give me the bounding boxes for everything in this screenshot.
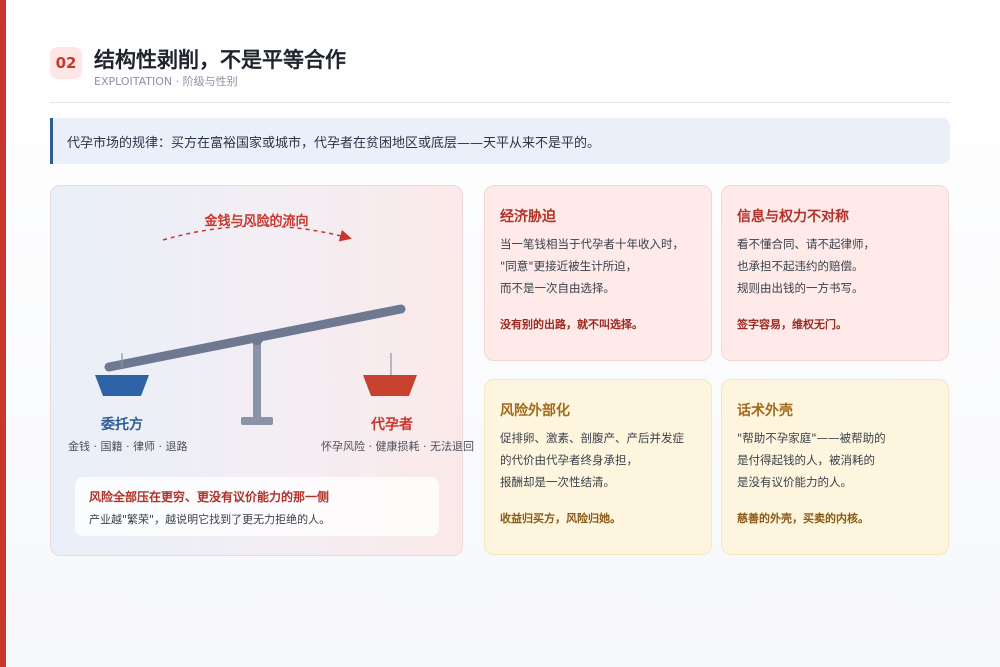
card-line: 促排卵、激素、剖腹产、产后并发症: [500, 431, 684, 445]
section-number-badge: 02: [50, 47, 82, 79]
client-pan: [95, 375, 149, 396]
card-line: 看不懂合同、请不起律师，: [737, 237, 875, 251]
scale-stand: [253, 338, 261, 418]
scale-base: [241, 417, 273, 425]
page-header: 02 结构性剥削，不是平等合作 EXPLOITATION · 阶级与性别: [50, 44, 950, 103]
card-information-asymmetry: 信息与权力不对称 看不懂合同、请不起律师， 也承担不起违约的赔偿。 规则由出钱的…: [721, 185, 949, 361]
callout-text: 代孕市场的规律：买方在富裕国家或城市，代孕者在贫困地区或底层——天平从来不是平的…: [67, 136, 601, 151]
card-conclusion: 没有别的出路，就不叫选择。: [500, 318, 643, 331]
flow-arrow: [162, 225, 352, 242]
card-title: 话术外壳: [737, 403, 793, 419]
card-title: 经济胁迫: [500, 209, 556, 225]
scale-panel: 金钱与风险的流向 委托方 金钱 · 国籍 · 律师 · 退路 代孕者 怀孕风险 …: [50, 185, 474, 556]
page-title: 结构性剥削，不是平等合作: [94, 48, 346, 72]
left-accent-bar: [0, 0, 6, 667]
page-subtitle: EXPLOITATION · 阶级与性别: [94, 75, 238, 88]
key-point-callout: 代孕市场的规律：买方在富裕国家或城市，代孕者在贫困地区或底层——天平从来不是平的…: [50, 118, 950, 164]
card-conclusion: 签字容易，维权无门。: [737, 318, 847, 331]
card-title: 风险外部化: [500, 403, 570, 419]
surrogate-pan: [363, 375, 417, 396]
card-line: 规则由出钱的一方书写。: [737, 281, 864, 295]
client-label: 委托方: [101, 417, 143, 433]
card-rhetoric-shell: 话术外壳 "帮助不孕家庭"——被帮助的 是付得起钱的人，被消耗的 是没有议价能力…: [721, 379, 949, 555]
surrogate-label: 代孕者: [371, 417, 413, 433]
card-title: 信息与权力不对称: [737, 209, 849, 225]
card-risk-externalization: 风险外部化 促排卵、激素、剖腹产、产后并发症 的代价由代孕者终身承担， 报酬却是…: [484, 379, 712, 555]
card-line: 当一笔钱相当于代孕者十年收入时，: [500, 237, 684, 251]
risk-text: 产业越"繁荣"，越说明它找到了更无力拒绝的人。: [89, 513, 331, 526]
scale-pivot: [251, 333, 263, 345]
card-line: 是没有议价能力的人。: [737, 475, 852, 489]
card-line: "帮助不孕家庭"——被帮助的: [737, 431, 886, 445]
card-line: 是付得起钱的人，被消耗的: [737, 453, 875, 467]
card-line: 的代价由代孕者终身承担，: [500, 453, 638, 467]
card-line: 报酬却是一次性结清。: [500, 475, 615, 489]
card-line: 而不是一次自由选择。: [500, 281, 615, 295]
card-line: 也承担不起违约的赔偿。: [737, 259, 864, 273]
risk-note: 风险全部压在更穷、更没有议价能力的那一侧 产业越"繁荣"，越说明它找到了更无力拒…: [75, 477, 439, 536]
card-line: "同意"更接近被生计所迫，: [500, 259, 638, 273]
risk-title: 风险全部压在更穷、更没有议价能力的那一侧: [89, 490, 330, 504]
client-sub: 金钱 · 国籍 · 律师 · 退路: [68, 440, 188, 453]
card-conclusion: 收益归买方，风险归她。: [500, 512, 621, 525]
card-economic-coercion: 经济胁迫 当一笔钱相当于代孕者十年收入时， "同意"更接近被生计所迫， 而不是一…: [484, 185, 712, 361]
card-conclusion: 慈善的外壳，买卖的内核。: [737, 512, 869, 525]
surrogate-sub: 怀孕风险 · 健康损耗 · 无法退回: [321, 440, 474, 453]
